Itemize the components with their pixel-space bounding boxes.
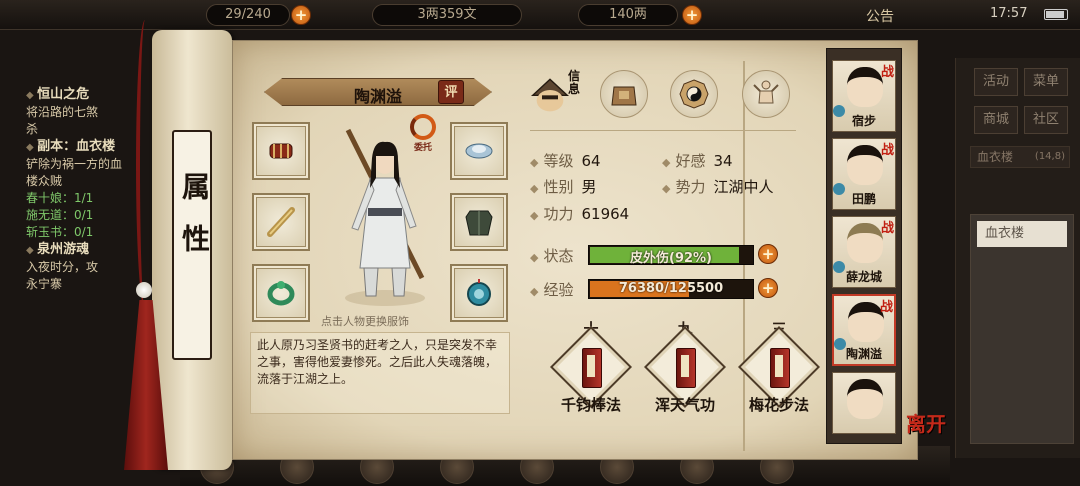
stat-label: 好感	[675, 152, 706, 170]
skill-slot[interactable]: 三 梅花步法	[734, 318, 824, 418]
skill-slot[interactable]: 九 浑天气功	[640, 318, 730, 418]
status-text: 皮外伤(92%)	[630, 251, 712, 266]
stat-value: 61964	[581, 205, 630, 223]
headband-icon	[465, 143, 493, 159]
equip-slot-bracer[interactable]	[252, 122, 310, 180]
stat-power: 功力 61964	[530, 203, 629, 224]
tab-info-label: 信息	[568, 69, 581, 96]
straw-hat-icon	[530, 78, 570, 112]
location-list: 血衣楼	[970, 214, 1074, 444]
skill-book-icon	[582, 348, 602, 388]
scroll-title: 属性	[178, 172, 211, 276]
in-battle-badge: 战	[880, 221, 894, 236]
party-member[interactable]: 战 田鹏	[832, 138, 896, 210]
member-portrait	[847, 145, 883, 185]
clock: 17:57	[990, 6, 1028, 21]
character-portrait[interactable]	[330, 118, 440, 308]
in-battle-badge: 战	[879, 300, 893, 315]
bracer-icon	[269, 143, 293, 159]
add-storage-button[interactable]: +	[291, 5, 311, 25]
tassel-bead	[136, 282, 152, 298]
stat-value: 34	[713, 152, 733, 170]
announcement-button[interactable]: 公告	[866, 6, 894, 26]
stat-label: 性别	[543, 178, 574, 196]
member-portrait	[847, 67, 883, 107]
stat-label: 功力	[543, 205, 574, 223]
tab-bagua[interactable]	[670, 70, 718, 118]
location-name: 血衣楼	[977, 150, 1014, 164]
location-coords: (14,8)	[1034, 151, 1065, 162]
stat-value: 64	[581, 152, 601, 170]
stat-faction: 势力江湖中人	[662, 176, 774, 197]
shop-button[interactable]: 商城	[974, 106, 1018, 134]
skill-book-icon	[676, 348, 696, 388]
stat-gender: 性别男	[530, 176, 597, 197]
stat-value: 男	[581, 178, 597, 196]
in-battle-badge: 战	[880, 65, 894, 80]
heal-button[interactable]: +	[758, 244, 778, 264]
equip-slot-accessory[interactable]	[450, 264, 508, 322]
stat-label: 经验	[543, 281, 574, 299]
member-name: 田鹏	[851, 192, 876, 206]
scroll-title-plate: 属性	[172, 130, 212, 360]
jade-ring-icon	[267, 281, 295, 306]
stat-label: 势力	[675, 178, 706, 196]
money-liang-counter: 140两	[578, 4, 678, 26]
bagua-icon	[679, 79, 709, 109]
stat-status-label: 状态	[530, 245, 573, 266]
armor-icon	[465, 210, 493, 236]
scroll-roller: 属性	[152, 30, 232, 470]
member-name: 薛龙城	[845, 270, 882, 284]
add-money-button[interactable]: +	[682, 5, 702, 25]
member-name: 宿步	[851, 114, 876, 128]
location-bar: 血衣楼 (14,8)	[970, 146, 1070, 168]
party-member[interactable]	[832, 372, 896, 434]
tab-separator	[530, 130, 796, 131]
skill-name: 梅花步法	[748, 396, 809, 414]
equip-slot-weapon[interactable]	[252, 193, 310, 251]
stat-exp-label: 经验	[530, 279, 573, 300]
staff-icon	[267, 207, 295, 237]
stat-label: 状态	[543, 247, 574, 265]
location-list-item[interactable]: 血衣楼	[977, 221, 1067, 247]
leave-button[interactable]: 离开	[906, 408, 946, 437]
character-bio: 此人原乃习圣贤书的赶考之人，只是突发不幸之事，害得他爱妻惨死。之后此人失魂落魄，…	[250, 332, 510, 414]
equip-slot-hat[interactable]	[450, 122, 508, 180]
evaluate-button[interactable]: 评	[438, 80, 464, 104]
right-side-panel: 活动 菜单 商城 社区 血衣楼 (14,8) 血衣楼	[955, 58, 1080, 458]
quest-line: 入夜时分，攻	[26, 260, 99, 274]
battery-icon	[1044, 9, 1068, 20]
member-portrait	[847, 223, 883, 263]
activity-button[interactable]: 活动	[974, 68, 1018, 96]
status-bar: 皮外伤(92%)	[588, 245, 754, 266]
bag-icon	[611, 86, 637, 106]
tab-meridians[interactable]	[742, 70, 790, 118]
community-button[interactable]: 社区	[1024, 106, 1068, 134]
member-portrait	[847, 379, 883, 419]
party-member-selected[interactable]: 战 陶渊溢	[832, 294, 896, 366]
stat-level: 等级 64	[530, 150, 601, 171]
party-member[interactable]: 战 薛龙城	[832, 216, 896, 288]
skill-book-icon	[770, 348, 790, 388]
party-member[interactable]: 战 宿步	[832, 60, 896, 132]
money-wen-counter: 3两359文	[372, 4, 522, 26]
equip-slot-armor[interactable]	[450, 193, 508, 251]
tab-items[interactable]	[600, 70, 648, 118]
stat-value: 江湖中人	[713, 178, 774, 196]
top-resource-bar: 29/240 + 3两359文 140两 + 公告 17:57	[0, 0, 1080, 30]
in-battle-badge: 战	[880, 143, 894, 158]
stat-label: 等级	[543, 152, 574, 170]
menu-button[interactable]: 菜单	[1024, 68, 1068, 96]
change-outfit-hint: 点击人物更换服饰	[321, 315, 409, 328]
jade-pendant-icon	[467, 279, 491, 306]
add-exp-button[interactable]: +	[758, 278, 778, 298]
member-portrait	[848, 302, 884, 342]
exp-text: 76380/125500	[618, 281, 724, 296]
member-name: 陶渊溢	[845, 347, 882, 361]
skill-slot[interactable]: 十 千钧棒法	[546, 318, 636, 418]
body-figure-icon	[753, 80, 779, 104]
stat-favor: 好感 34	[662, 150, 733, 171]
storage-counter: 29/240	[206, 4, 290, 26]
exp-bar: 76380/125500	[588, 279, 754, 299]
